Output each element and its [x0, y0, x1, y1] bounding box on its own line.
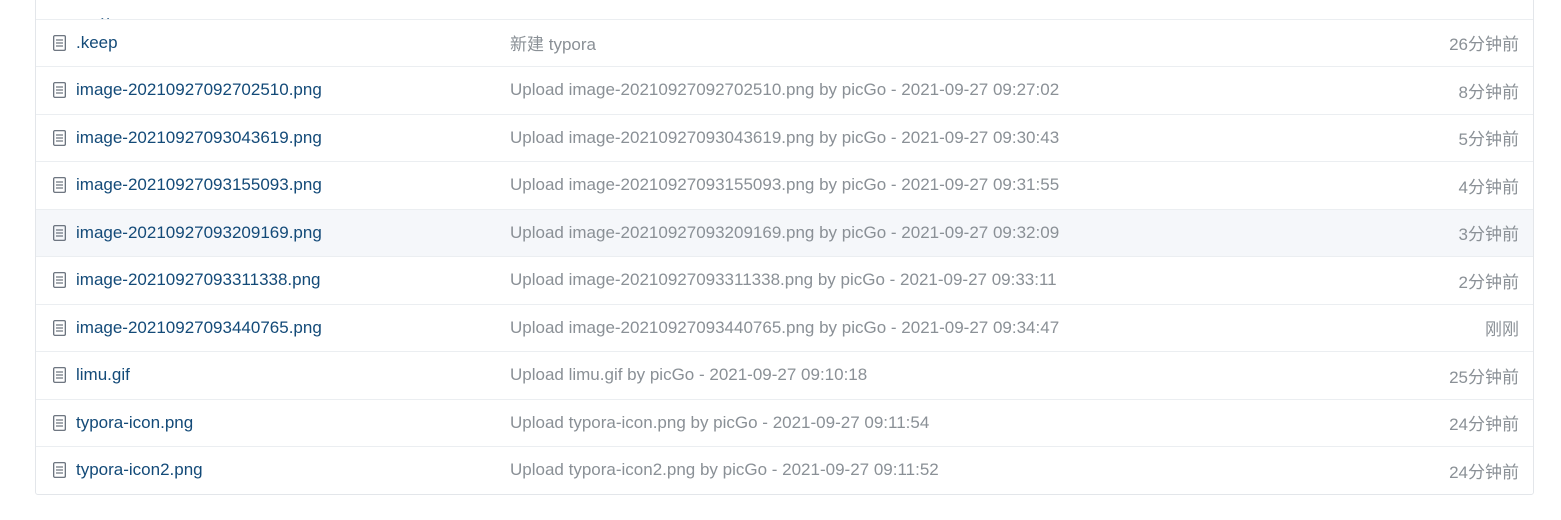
commit-time: 26分钟前 [1449, 35, 1519, 55]
table-row[interactable]: image-20210927093209169.png Upload image… [36, 208, 1533, 256]
commit-message[interactable]: Upload image-20210927093155093.png by pi… [510, 175, 1059, 195]
table-row[interactable]: image-20210927093155093.png Upload image… [36, 161, 1533, 209]
commit-message[interactable]: Upload typora-icon2.png by picGo - 2021-… [510, 460, 939, 480]
file-icon [52, 224, 67, 242]
file-list-table: .. .keep 新建 typora 26分钟前 image-202109270… [35, 0, 1534, 495]
table-row[interactable]: typora-icon2.png Upload typora-icon2.png… [36, 446, 1533, 494]
file-icon [52, 34, 67, 52]
file-icon [52, 319, 67, 337]
file-name-link[interactable]: image-20210927093155093.png [76, 175, 322, 195]
commit-message[interactable]: 新建 typora [510, 30, 596, 55]
commit-message[interactable]: Upload image-20210927092702510.png by pi… [510, 80, 1059, 100]
commit-time: 24分钟前 [1449, 415, 1519, 435]
table-row[interactable]: image-20210927093440765.png Upload image… [36, 303, 1533, 352]
file-name-link[interactable]: image-20210927092702510.png [76, 80, 322, 100]
commit-time: 5分钟前 [1458, 130, 1519, 150]
file-icon [52, 176, 67, 194]
file-name-link[interactable]: image-20210927093440765.png [76, 318, 322, 338]
table-row[interactable]: image-20210927093043619.png Upload image… [36, 113, 1533, 162]
file-icon [52, 461, 67, 479]
file-icon [52, 414, 67, 432]
table-row[interactable]: .keep 新建 typora 26分钟前 [36, 18, 1533, 67]
commit-time: 2分钟前 [1458, 272, 1519, 292]
file-name-link[interactable]: image-20210927093043619.png [76, 128, 322, 148]
commit-time: 3分钟前 [1458, 225, 1519, 245]
commit-message[interactable]: Upload image-20210927093440765.png by pi… [510, 318, 1059, 338]
table-row[interactable]: image-20210927093311338.png Upload image… [36, 256, 1533, 304]
commit-message[interactable]: Upload image-20210927093043619.png by pi… [510, 128, 1059, 148]
file-icon [52, 366, 67, 384]
table-row[interactable]: typora-icon.png Upload typora-icon.png b… [36, 398, 1533, 447]
file-name-link[interactable]: typora-icon2.png [76, 460, 203, 480]
commit-message[interactable]: Upload limu.gif by picGo - 2021-09-27 09… [510, 365, 867, 385]
commit-time: 刚刚 [1485, 320, 1519, 340]
file-icon [52, 271, 67, 289]
file-name-link[interactable]: image-20210927093209169.png [76, 223, 322, 243]
file-icon [52, 81, 67, 99]
file-name-link[interactable]: typora-icon.png [76, 413, 193, 433]
parent-directory-link[interactable]: .. [100, 5, 111, 19]
parent-directory-row[interactable]: .. [36, 0, 1533, 19]
table-row[interactable]: limu.gif Upload limu.gif by picGo - 2021… [36, 351, 1533, 399]
file-name-link[interactable]: limu.gif [76, 365, 130, 385]
commit-time: 24分钟前 [1449, 462, 1519, 482]
commit-message[interactable]: Upload image-20210927093209169.png by pi… [510, 223, 1059, 243]
file-name-link[interactable]: .keep [76, 33, 118, 53]
commit-time: 8分钟前 [1458, 82, 1519, 102]
commit-message[interactable]: Upload image-20210927093311338.png by pi… [510, 270, 1057, 290]
commit-time: 4分钟前 [1458, 177, 1519, 197]
table-row[interactable]: image-20210927092702510.png Upload image… [36, 66, 1533, 114]
commit-message[interactable]: Upload typora-icon.png by picGo - 2021-0… [510, 413, 929, 433]
commit-time: 25分钟前 [1449, 367, 1519, 387]
file-name-link[interactable]: image-20210927093311338.png [76, 270, 321, 290]
file-icon [52, 129, 67, 147]
